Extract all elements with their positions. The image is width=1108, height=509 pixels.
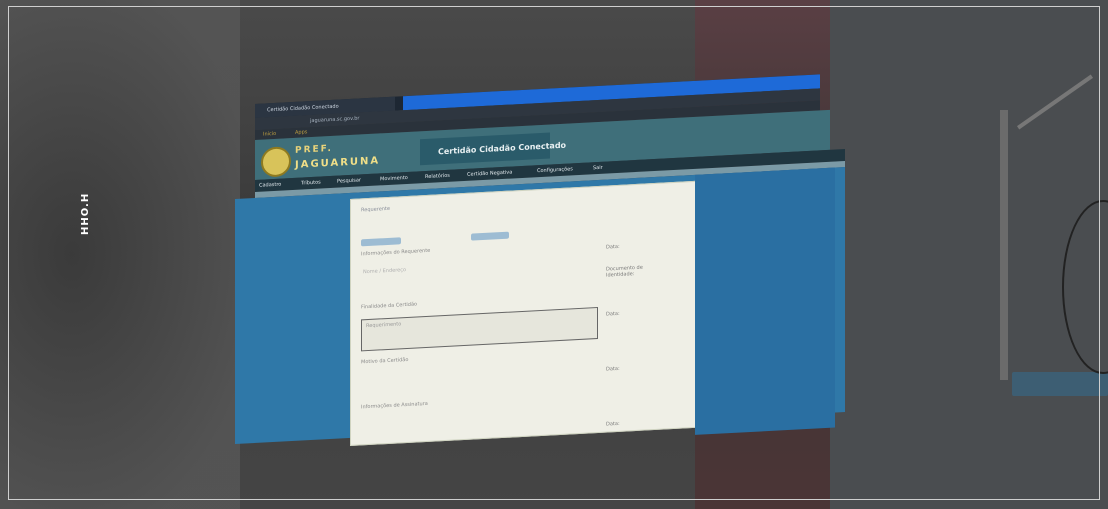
frame-border — [8, 6, 1100, 500]
photo-background: HHO.H Certidão Cidadão Conectado jaguaru… — [0, 0, 1108, 509]
